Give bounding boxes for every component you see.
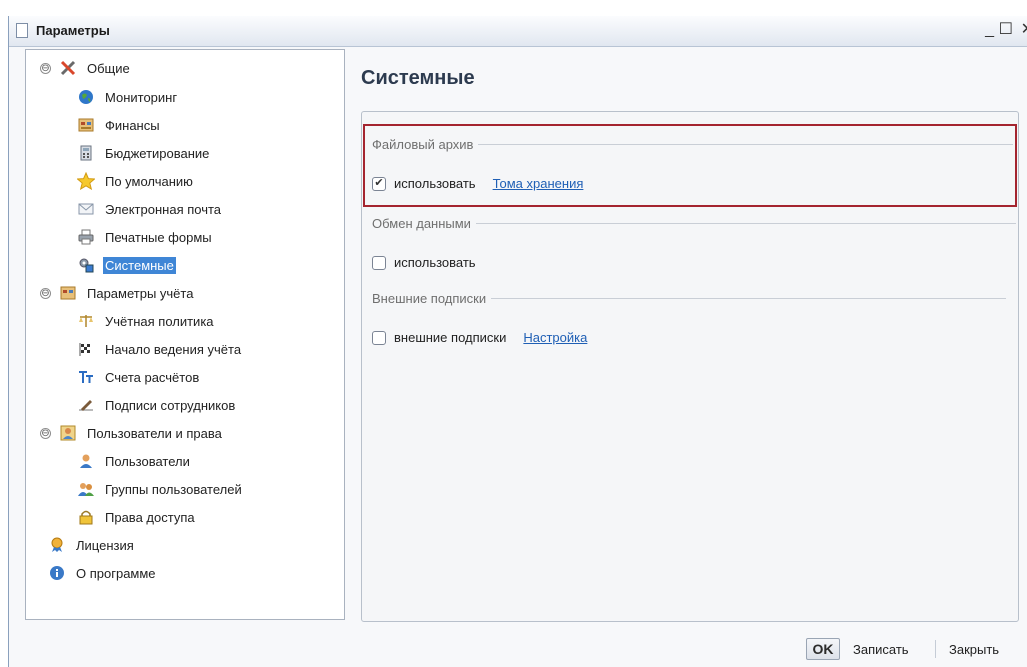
tree-item-print-forms[interactable]: Печатные формы [77, 226, 214, 248]
tree-item-label: Лицензия [76, 537, 134, 553]
globe-icon [77, 88, 95, 106]
save-button[interactable]: Записать [853, 642, 909, 657]
external-signatures-row: внешние подписки Настройка [372, 330, 587, 345]
button-separator [935, 640, 936, 658]
page-title: Системные [361, 67, 475, 89]
user-group-icon [77, 480, 95, 498]
dialog-buttons: OK Записать Закрыть [0, 636, 1027, 667]
system-icon [77, 256, 95, 274]
tree-item-about[interactable]: О программе [48, 562, 158, 584]
data-exchange-use-checkbox[interactable] [372, 255, 386, 270]
external-signatures-label[interactable]: внешние подписки [394, 330, 506, 345]
document-icon [16, 23, 28, 38]
ok-button[interactable]: OK [806, 638, 840, 660]
tree-item-accounting-policy[interactable]: Учётная политика [77, 310, 216, 332]
tree-item-email[interactable]: Электронная почта [77, 198, 223, 220]
tree-item-user-groups[interactable]: Группы пользователей [77, 478, 244, 500]
tree-item-employee-signatures[interactable]: Подписи сотрудников [77, 394, 237, 416]
tree-item-label: Начало ведения учёта [105, 341, 242, 357]
tree-item-accounting-start[interactable]: Начало ведения учёта [77, 338, 243, 360]
tree-item-users-and-rights[interactable]: ⊖ Пользователи и права [40, 422, 224, 444]
ledger-icon [59, 284, 77, 302]
tree-item-budgeting[interactable]: Бюджетирование [77, 142, 211, 164]
settings-tree[interactable]: ⊖ Общие Мониторинг Финансы Бюджетировани… [25, 49, 345, 620]
window-title: Параметры [36, 23, 110, 38]
tree-item-label: Печатные формы [105, 229, 212, 245]
tools-icon [59, 59, 77, 77]
collapse-toggle-icon[interactable]: ⊖ [40, 287, 51, 299]
title-bar[interactable]: Параметры _ ☐ ✕ [9, 16, 1027, 47]
tree-item-accounting-params[interactable]: ⊖ Параметры учёта [40, 282, 195, 304]
tree-item-label: Пользователи и права [87, 425, 222, 441]
finance-icon [77, 116, 95, 134]
user-icon [77, 452, 95, 470]
info-icon [48, 564, 66, 582]
users-rights-icon [59, 424, 77, 442]
tree-item-license[interactable]: Лицензия [48, 534, 136, 556]
tree-item-defaults[interactable]: По умолчанию [77, 170, 195, 192]
tree-item-general[interactable]: ⊖ Общие [40, 57, 132, 79]
tree-item-label: Счета расчётов [105, 369, 200, 385]
tree-item-label: Системные [103, 256, 176, 274]
data-exchange-row: использовать [372, 255, 476, 270]
tree-item-label: О программе [76, 565, 156, 581]
data-exchange-use-label[interactable]: использовать [394, 255, 476, 270]
scales-icon [77, 312, 95, 330]
printer-icon [77, 228, 95, 246]
close-window-button[interactable]: ✕ [1021, 21, 1027, 39]
calculator-icon [77, 144, 95, 162]
settings-link[interactable]: Настройка [523, 330, 587, 345]
highlight-frame [363, 124, 1017, 207]
tree-item-label: Общие [87, 60, 130, 76]
tree-item-settlement-accounts[interactable]: Счета расчётов [77, 366, 201, 388]
collapse-toggle-icon[interactable]: ⊖ [40, 62, 51, 74]
license-icon [48, 536, 66, 554]
tree-item-label: Бюджетирование [105, 145, 210, 161]
accounts-icon [77, 368, 95, 386]
flag-icon [77, 340, 95, 358]
tree-item-label: Группы пользователей [105, 481, 242, 497]
tree-item-monitoring[interactable]: Мониторинг [77, 86, 179, 108]
tree-item-label: Права доступа [105, 509, 195, 525]
tree-item-label: Пользователи [105, 453, 190, 469]
mail-icon [77, 200, 95, 218]
tree-item-label: Учётная политика [105, 313, 214, 329]
collapse-toggle-icon[interactable]: ⊖ [40, 427, 51, 439]
close-button[interactable]: Закрыть [949, 642, 999, 657]
star-icon [77, 172, 95, 190]
tree-item-label: По умолчанию [105, 173, 193, 189]
tree-item-label: Финансы [105, 117, 160, 133]
group-title-external-signatures: Внешние подписки [372, 291, 1007, 306]
tree-item-label: Электронная почта [105, 201, 222, 217]
tree-item-finance[interactable]: Финансы [77, 114, 162, 136]
minimize-button[interactable]: _ [985, 21, 994, 39]
signature-icon [77, 396, 95, 414]
tree-item-label: Подписи сотрудников [105, 397, 236, 413]
tree-item-label: Параметры учёта [87, 285, 194, 301]
lock-icon [77, 508, 95, 526]
group-title-data-exchange: Обмен данными [372, 216, 1016, 231]
maximize-button[interactable]: ☐ [999, 21, 1013, 39]
tree-item-access-rights[interactable]: Права доступа [77, 506, 197, 528]
tree-item-label: Мониторинг [105, 89, 178, 105]
tree-item-users[interactable]: Пользователи [77, 450, 192, 472]
tree-item-system[interactable]: Системные [77, 254, 176, 276]
external-signatures-checkbox[interactable] [372, 330, 386, 345]
